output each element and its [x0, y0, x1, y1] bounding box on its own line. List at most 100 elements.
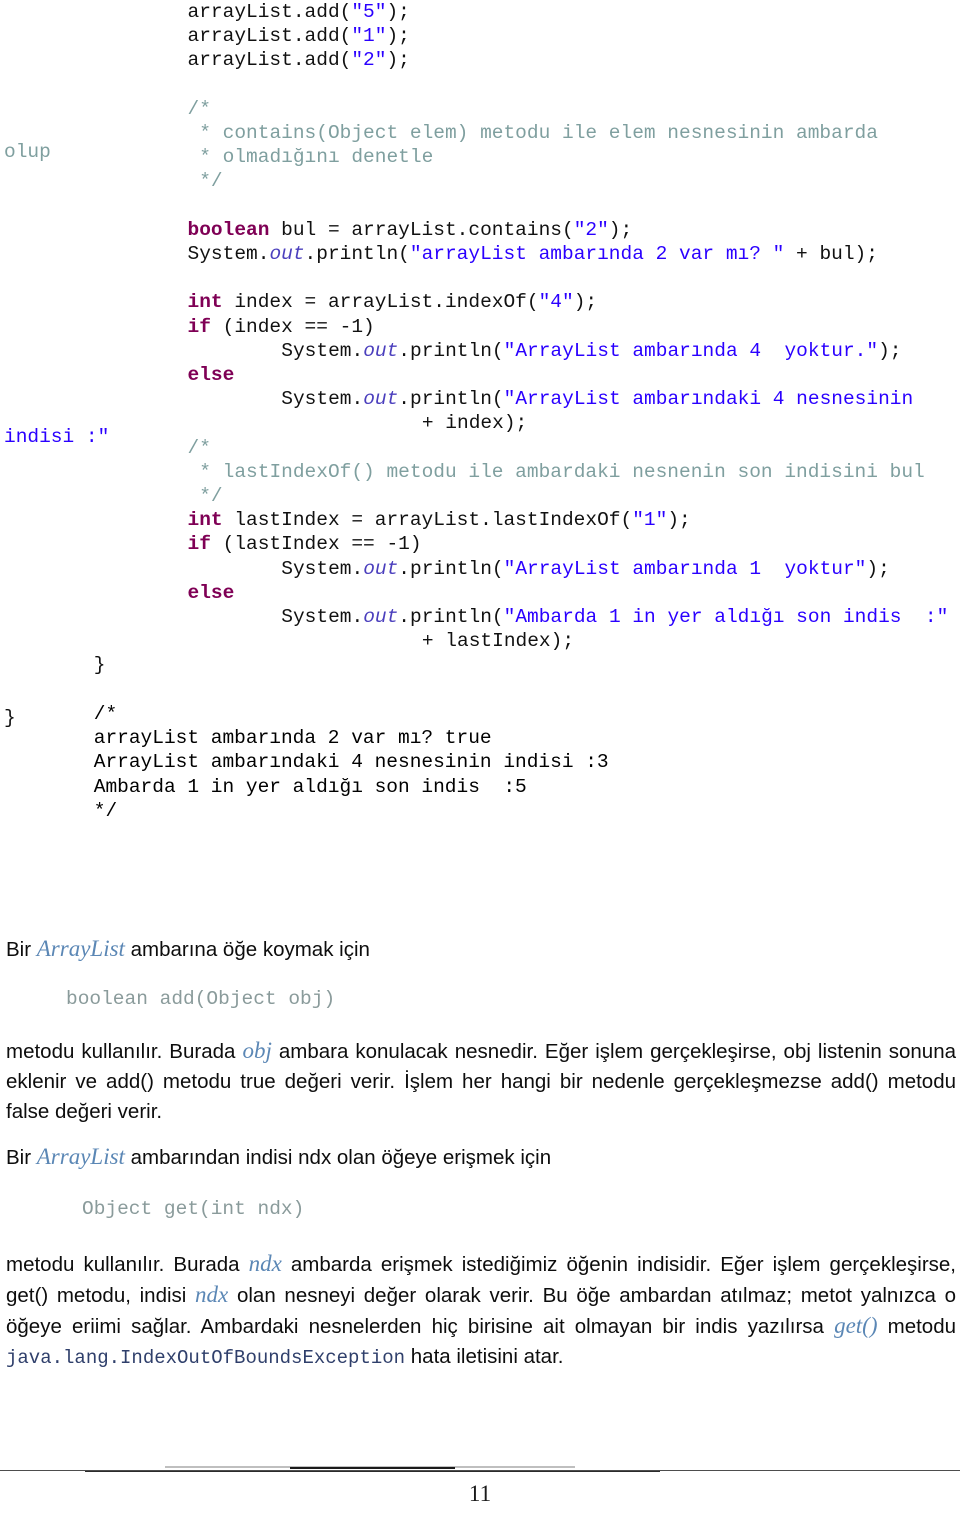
get-lead-line: Bir ArrayList ambarından indisi ndx olan…	[6, 1142, 956, 1173]
code-token-cmt: * lastIndexOf() metodu ile ambardaki nes…	[199, 460, 925, 483]
code-line: arrayList ambarında 2 var mı? true	[0, 726, 960, 750]
code-line: * olmadığını denetle	[0, 145, 960, 169]
code-token-plain: arrayList.add(	[187, 25, 352, 48]
code-line: System.out.println("ArrayList ambarında …	[0, 339, 960, 363]
code-token-fld: out	[363, 606, 399, 629]
code-line: System.out.println("ArrayList ambarındak…	[0, 387, 960, 411]
add-lead-before: Bir	[6, 938, 37, 961]
code-line: /*	[0, 97, 960, 121]
code-token-plain: );	[386, 49, 410, 72]
code-token-plain: index = arrayList.indexOf(	[222, 291, 539, 314]
code-token-plain: );	[878, 339, 902, 362]
get-body-mid-3: metodu	[877, 1315, 956, 1338]
prose-block-get: Bir ArrayList ambarından indisi ndx olan…	[6, 1142, 956, 1373]
code-line: if (lastIndex == -1)	[0, 532, 960, 556]
code-token-str: "5"	[351, 1, 387, 23]
code-token-plain: .println(	[398, 388, 504, 411]
code-token-str: "4"	[538, 291, 574, 314]
code-token-str: "arrayList ambarında 2 var mı? "	[409, 243, 785, 266]
code-token-plain: );	[866, 557, 890, 580]
code-block: arrayList.add("5"); arrayList.add("1"); ar…	[0, 0, 960, 823]
code-token-plain: }	[93, 654, 106, 677]
code-line: + index);	[0, 411, 960, 435]
get-lead-after: ambarından indisi ndx olan öğeye erişmek…	[124, 1146, 552, 1169]
code-token-str: "2"	[573, 218, 609, 241]
code-line: boolean bul = arrayList.contains("2");	[0, 218, 960, 242]
code-token-str: "ArrayList ambarındaki 4 nesnesinin	[503, 388, 914, 411]
code-line: else	[0, 581, 960, 605]
code-token-str: "ArrayList ambarında 4 yoktur."	[503, 339, 879, 362]
code-token-plain: + lastIndex);	[421, 630, 575, 653]
exception-class-name: java.lang.IndexOutOfBoundsException	[6, 1347, 406, 1369]
code-token-plain: .println(	[398, 339, 504, 362]
code-token-fld: out	[269, 243, 305, 266]
code-token-cmt: /*	[187, 436, 211, 459]
code-line: System.out.println("arrayList ambarında …	[0, 242, 960, 266]
add-body-accent-obj: obj	[242, 1038, 272, 1063]
add-lead-accent: ArrayList	[36, 936, 125, 961]
code-token-cmt: * olmadığını denetle	[199, 146, 434, 169]
code-token-plain: + index);	[421, 412, 528, 435]
code-line: */	[0, 799, 960, 823]
footer-divider	[0, 1466, 960, 1472]
code-line	[0, 194, 960, 218]
code-token-cmt: */	[199, 485, 223, 508]
code-line: else	[0, 363, 960, 387]
page-number: 11	[468, 1481, 492, 1506]
code-line: }	[0, 653, 960, 677]
code-token-out-cmt: ArrayList ambarındaki 4 nesnesinin indis…	[93, 751, 609, 774]
code-token-plain: lastIndex = arrayList.lastIndexOf(	[222, 509, 633, 532]
code-line: arrayList.add("1");	[0, 24, 960, 48]
code-line: */	[0, 484, 960, 508]
code-line: System.out.println("Ambarda 1 in yer ald…	[0, 605, 960, 629]
code-line: arrayList.add("2");	[0, 48, 960, 72]
code-token-out-cmt: Ambarda 1 in yer aldığı son indis :5	[93, 775, 527, 798]
code-line: System.out.println("ArrayList ambarında …	[0, 557, 960, 581]
code-token-kw: if	[187, 315, 211, 338]
add-lead-line: Bir ArrayList ambarına öğe koymak için	[6, 934, 956, 965]
code-overflow-fragment: olup	[4, 141, 51, 163]
prose-block-add: Bir ArrayList ambarına öğe koymak için b…	[6, 934, 956, 1127]
get-method-signature: Object get(int ndx)	[82, 1198, 305, 1220]
code-token-plain: .println(	[304, 243, 410, 266]
code-token-plain: .println(	[398, 606, 504, 629]
code-token-str: "2"	[351, 49, 387, 72]
get-lead-before: Bir	[6, 1146, 37, 1169]
code-token-kw: int	[187, 509, 223, 532]
code-token-plain: + bul);	[784, 243, 878, 266]
get-body-paragraph: metodu kullanılır. Burada ndx ambarda er…	[6, 1249, 956, 1373]
code-token-plain: arrayList.add(	[187, 49, 352, 72]
get-body-accent-ndx-2: ndx	[195, 1282, 229, 1307]
code-token-kw: else	[187, 581, 235, 604]
code-token-plain: (index == -1)	[210, 315, 375, 338]
get-body-after: hata iletisini atar.	[405, 1345, 564, 1368]
get-lead-accent: ArrayList	[36, 1144, 125, 1169]
code-line	[0, 73, 960, 97]
code-token-str: "1"	[351, 25, 387, 48]
add-lead-after: ambarına öğe koymak için	[124, 938, 370, 961]
code-token-str: "1"	[632, 509, 668, 532]
code-token-out-cmt: /*	[93, 702, 118, 725]
code-token-cmt: * contains(Object elem) metodu ile elem …	[199, 122, 878, 145]
code-token-plain: System.	[187, 243, 270, 266]
code-line: arrayList.add("5");	[0, 0, 960, 24]
get-body-before: metodu kullanılır. Burada	[6, 1253, 249, 1276]
code-token-fld: out	[363, 557, 399, 580]
code-token-str: "ArrayList ambarında 1 yoktur"	[503, 557, 867, 580]
code-token-out-cmt: */	[93, 799, 118, 822]
code-token-fld: out	[363, 388, 399, 411]
code-token-plain: );	[386, 1, 410, 23]
get-body-accent-get: get()	[834, 1313, 878, 1338]
code-line: /*	[0, 702, 960, 726]
code-token-cmt: /*	[187, 97, 211, 120]
code-line: * contains(Object elem) metodu ile elem …	[0, 121, 960, 145]
code-token-plain: );	[608, 218, 633, 241]
code-line	[0, 266, 960, 290]
add-method-signature: boolean add(Object obj)	[66, 988, 336, 1010]
code-token-plain: bul = arrayList.contains(	[269, 218, 574, 241]
code-token-kw: else	[187, 364, 235, 387]
code-line: ArrayList ambarındaki 4 nesnesinin indis…	[0, 750, 960, 774]
code-token-plain: );	[573, 291, 598, 314]
